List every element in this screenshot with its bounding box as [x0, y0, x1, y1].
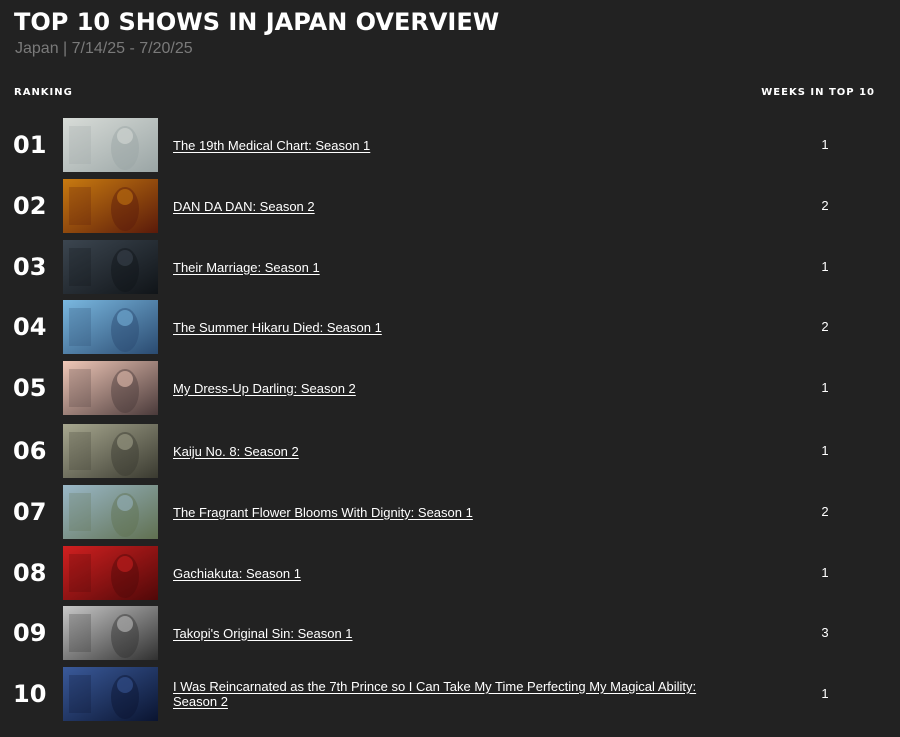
show-thumbnail[interactable]: [63, 179, 158, 233]
show-thumbnail[interactable]: [63, 667, 158, 721]
show-title-cell: DAN DA DAN: Season 2: [173, 179, 733, 233]
weeks-in-top10-value: 1: [821, 380, 829, 395]
table-row: 08 Gachiakuta: Season 1 1: [0, 546, 900, 600]
show-thumbnail[interactable]: [63, 240, 158, 294]
show-title-cell: Gachiakuta: Season 1: [173, 546, 733, 600]
page-title: TOP 10 SHOWS IN JAPAN OVERVIEW: [14, 8, 500, 36]
table-row: 01 The 19th Medical Chart: Season 1 1: [0, 118, 900, 172]
show-title-link[interactable]: I Was Reincarnated as the 7th Prince so …: [173, 679, 733, 709]
table-row: 10 I Was Reincarnated as the 7th Prince s…: [0, 667, 900, 721]
rank-number: 05: [13, 374, 47, 402]
weeks-in-top10-value: 3: [821, 625, 829, 640]
rank-number: 08: [13, 559, 47, 587]
page-subtitle: Japan | 7/14/25 - 7/20/25: [15, 40, 193, 57]
show-title-link[interactable]: The Fragrant Flower Blooms With Dignity:…: [173, 505, 473, 520]
show-thumbnail[interactable]: [63, 300, 158, 354]
rank-number: 04: [13, 313, 47, 341]
show-title-link[interactable]: DAN DA DAN: Season 2: [173, 199, 315, 214]
table-row: 04 The Summer Hikaru Died: Season 1 2: [0, 300, 900, 354]
show-title-link[interactable]: Kaiju No. 8: Season 2: [173, 444, 299, 459]
weeks-in-top10-value: 1: [821, 137, 829, 152]
top10-page: TOP 10 SHOWS IN JAPAN OVERVIEW Japan | 7…: [0, 0, 900, 737]
table-row: 06 Kaiju No. 8: Season 2 1: [0, 424, 900, 478]
show-thumbnail[interactable]: [63, 424, 158, 478]
show-thumbnail[interactable]: [63, 485, 158, 539]
show-thumbnail[interactable]: [63, 118, 158, 172]
rank-number: 03: [13, 253, 47, 281]
show-title-cell: The 19th Medical Chart: Season 1: [173, 118, 733, 172]
table-row: 02 DAN DA DAN: Season 2 2: [0, 179, 900, 233]
rank-number: 07: [13, 498, 47, 526]
table-row: 05 My Dress-Up Darling: Season 2 1: [0, 361, 900, 415]
weeks-in-top10-value: 2: [821, 504, 829, 519]
weeks-in-top10-value: 1: [821, 565, 829, 580]
show-title-cell: Takopi's Original Sin: Season 1: [173, 606, 733, 660]
rank-number: 02: [13, 192, 47, 220]
show-title-link[interactable]: The 19th Medical Chart: Season 1: [173, 138, 370, 153]
weeks-in-top10-value: 2: [821, 319, 829, 334]
rank-number: 01: [13, 131, 47, 159]
show-thumbnail[interactable]: [63, 546, 158, 600]
show-thumbnail[interactable]: [63, 606, 158, 660]
rank-number: 09: [13, 619, 47, 647]
show-title-cell: The Fragrant Flower Blooms With Dignity:…: [173, 485, 733, 539]
weeks-column-header: WEEKS IN TOP 10: [761, 87, 875, 98]
weeks-in-top10-value: 1: [821, 443, 829, 458]
ranking-column-header: RANKING: [14, 87, 73, 98]
show-title-link[interactable]: The Summer Hikaru Died: Season 1: [173, 320, 382, 335]
weeks-in-top10-value: 1: [821, 259, 829, 274]
rank-number: 06: [13, 437, 47, 465]
show-title-cell: Their Marriage: Season 1: [173, 240, 733, 294]
show-title-cell: The Summer Hikaru Died: Season 1: [173, 300, 733, 354]
show-title-cell: Kaiju No. 8: Season 2: [173, 424, 733, 478]
show-title-link[interactable]: Gachiakuta: Season 1: [173, 566, 301, 581]
show-title-cell: I Was Reincarnated as the 7th Prince so …: [173, 667, 733, 721]
rank-number: 10: [13, 680, 47, 708]
show-title-link[interactable]: Their Marriage: Season 1: [173, 260, 320, 275]
table-row: 07 The Fragrant Flower Blooms With Dignit…: [0, 485, 900, 539]
show-title-link[interactable]: Takopi's Original Sin: Season 1: [173, 626, 353, 641]
table-row: 03 Their Marriage: Season 1 1: [0, 240, 900, 294]
show-thumbnail[interactable]: [63, 361, 158, 415]
weeks-in-top10-value: 2: [821, 198, 829, 213]
show-title-cell: My Dress-Up Darling: Season 2: [173, 361, 733, 415]
show-title-link[interactable]: My Dress-Up Darling: Season 2: [173, 381, 356, 396]
weeks-in-top10-value: 1: [821, 686, 829, 701]
table-row: 09 Takopi's Original Sin: Season 1 3: [0, 606, 900, 660]
